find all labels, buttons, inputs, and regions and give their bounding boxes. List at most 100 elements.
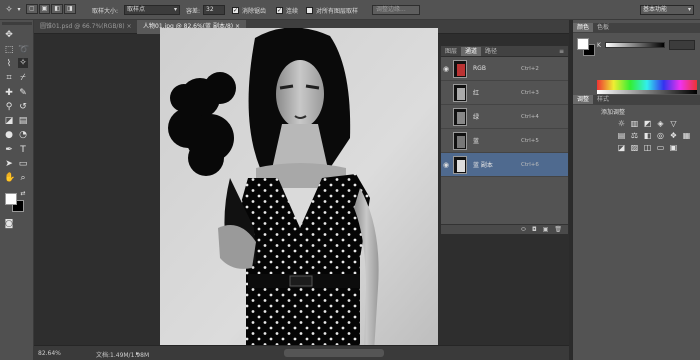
- visibility-eye-icon[interactable]: ◉: [441, 161, 451, 169]
- refine-edge-button[interactable]: 调整边缘...: [372, 5, 420, 15]
- antialias-option[interactable]: ✓ 消除锯齿: [232, 6, 266, 15]
- brightness-icon[interactable]: ☼: [617, 120, 626, 128]
- visibility-eye-icon[interactable]: ◉: [441, 65, 451, 73]
- channel-row-red[interactable]: 红 Ctrl+3: [441, 81, 568, 105]
- selective-color-icon[interactable]: ▣: [669, 144, 678, 152]
- eraser-tool-icon[interactable]: ◪: [4, 116, 14, 126]
- magic-wand-icon[interactable]: ✧: [18, 58, 28, 68]
- tab-color[interactable]: 颜色: [573, 23, 594, 32]
- magic-wand-icon[interactable]: ✧: [4, 5, 14, 15]
- brush-tool-icon[interactable]: ✎: [18, 88, 28, 98]
- gradient-tool-icon[interactable]: ▤: [18, 116, 28, 126]
- sample-all-option[interactable]: 对所有图层取样: [306, 6, 358, 15]
- add-selection-icon[interactable]: ▣: [38, 4, 51, 14]
- document-info: 文档:1.49M/1.98M: [96, 352, 150, 359]
- antialias-checkbox[interactable]: ✓: [232, 7, 239, 14]
- posterize-icon[interactable]: ▨: [630, 144, 639, 152]
- photo-filter-icon[interactable]: ◎: [656, 132, 665, 140]
- tab-layers[interactable]: 图层: [441, 47, 461, 56]
- healing-brush-icon[interactable]: ✚: [4, 88, 14, 98]
- move-tool-icon[interactable]: ✥: [4, 30, 14, 40]
- new-channel-icon[interactable]: ▣: [543, 226, 549, 233]
- status-menu-arrow-icon[interactable]: ▸: [136, 350, 139, 357]
- curves-icon[interactable]: ◩: [643, 120, 652, 128]
- tab-styles[interactable]: 样式: [593, 95, 613, 104]
- subtract-selection-icon[interactable]: ◧: [51, 4, 64, 14]
- channel-row-blue-copy[interactable]: ◉ 蓝 副本 Ctrl+6: [441, 153, 568, 177]
- adjust-icons-row-2: ▤ ⚖ ◧ ◎ ❖ ▦: [617, 132, 691, 140]
- delete-channel-icon[interactable]: 🗑: [554, 226, 562, 233]
- color-lookup-icon[interactable]: ▦: [682, 132, 691, 140]
- swap-colors-icon[interactable]: ⇄: [18, 189, 28, 199]
- channel-row-rgb[interactable]: ◉ RGB Ctrl+2: [441, 57, 568, 81]
- toolbar-grip[interactable]: [2, 22, 32, 25]
- crop-tool-icon[interactable]: ⌗: [4, 73, 14, 83]
- blur-tool-icon[interactable]: ●: [4, 130, 14, 140]
- contiguous-option[interactable]: ✓ 连续: [276, 6, 298, 15]
- selection-mode-group: ▢ ▣ ◧ ◨: [26, 4, 76, 14]
- horizontal-scrollbar[interactable]: [284, 349, 384, 357]
- grayscale-ramp[interactable]: [597, 90, 697, 94]
- sample-all-checkbox[interactable]: [306, 7, 313, 14]
- threshold-icon[interactable]: ◫: [643, 144, 652, 152]
- zoom-level[interactable]: 82.64%: [38, 350, 61, 357]
- k-slider[interactable]: [605, 42, 665, 48]
- color-spectrum-bar[interactable]: [597, 80, 697, 90]
- document-image[interactable]: [160, 28, 438, 352]
- adjust-panel-title: 添加调整: [601, 109, 626, 116]
- black-white-icon[interactable]: ◧: [643, 132, 652, 140]
- channel-mixer-icon[interactable]: ❖: [669, 132, 678, 140]
- right-panels: 颜色 色板 K 调整 样式 添加调整 ☼ ▥ ◩ ◈ ▽ ▤ ⚖ ◧ ◎ ❖ ▦…: [572, 20, 700, 360]
- channel-thumbnail: [453, 107, 467, 126]
- foreground-color-swatch[interactable]: [5, 193, 17, 205]
- channel-shortcut: Ctrl+2: [521, 65, 539, 72]
- channel-name: RGB: [473, 65, 486, 72]
- invert-icon[interactable]: ◪: [617, 144, 626, 152]
- save-selection-icon[interactable]: ◘: [532, 226, 537, 233]
- adjust-panel-tabs: 调整 样式: [573, 95, 700, 105]
- contiguous-checkbox[interactable]: ✓: [276, 7, 283, 14]
- lasso-tool-icon[interactable]: ➰: [18, 45, 29, 55]
- k-value-field[interactable]: [669, 40, 695, 50]
- quick-mask-icon[interactable]: ◙: [4, 219, 14, 229]
- panel-menu-icon[interactable]: ≡: [555, 47, 568, 56]
- channel-row-blue[interactable]: 蓝 Ctrl+5: [441, 129, 568, 153]
- intersect-selection-icon[interactable]: ◨: [64, 4, 76, 14]
- chevron-down-icon[interactable]: ▾: [14, 5, 24, 15]
- channel-shortcut: Ctrl+5: [521, 137, 539, 144]
- zoom-tool-icon[interactable]: ⌕: [18, 173, 28, 183]
- color-balance-icon[interactable]: ⚖: [630, 132, 639, 140]
- sample-size-label: 取样大小:: [92, 8, 119, 15]
- marquee-tool-icon[interactable]: ⬚: [4, 45, 14, 55]
- tab-swatches[interactable]: 色板: [593, 23, 613, 32]
- color-foreground-swatch[interactable]: [577, 38, 589, 50]
- history-brush-icon[interactable]: ↺: [18, 102, 28, 112]
- exposure-icon[interactable]: ◈: [656, 120, 665, 128]
- options-bar: ✧ ▾ ▢ ▣ ◧ ◨ 取样大小: 取样点 ▾ 容差: 32 ✓ 消除锯齿 ✓ …: [0, 0, 700, 20]
- dodge-tool-icon[interactable]: ◔: [18, 130, 28, 140]
- sample-size-select[interactable]: 取样点 ▾: [124, 5, 180, 15]
- tab-adjustments[interactable]: 调整: [573, 95, 594, 104]
- new-selection-icon[interactable]: ▢: [26, 4, 38, 14]
- type-tool-icon[interactable]: T: [18, 145, 28, 155]
- eyedropper-tool-icon[interactable]: ⌿: [18, 73, 28, 83]
- tab-paths[interactable]: 路径: [481, 47, 501, 56]
- hand-tool-icon[interactable]: ✋: [4, 173, 15, 183]
- vibrance-icon[interactable]: ▽: [669, 120, 678, 128]
- quick-select-tool-icon[interactable]: ⌇: [4, 59, 14, 69]
- sample-size-value: 取样点: [127, 6, 146, 13]
- tab-document-1[interactable]: 圆锥01.psd @ 66.7%(RGB/8) ×: [34, 20, 138, 34]
- tab-channels[interactable]: 通道: [461, 47, 482, 56]
- workspace-select[interactable]: 基本功能 ▾: [640, 5, 694, 15]
- load-selection-icon[interactable]: ⬭: [521, 226, 526, 234]
- levels-icon[interactable]: ▥: [630, 120, 639, 128]
- pen-tool-icon[interactable]: ✒: [4, 145, 14, 155]
- channel-row-green[interactable]: 绿 Ctrl+4: [441, 105, 568, 129]
- clone-stamp-icon[interactable]: ⚲: [4, 102, 14, 112]
- tolerance-input[interactable]: 32: [203, 5, 225, 15]
- gradient-map-icon[interactable]: ▭: [656, 144, 665, 152]
- hue-saturation-icon[interactable]: ▤: [617, 132, 626, 140]
- path-select-icon[interactable]: ➤: [4, 159, 14, 169]
- shape-tool-icon[interactable]: ▭: [18, 159, 28, 169]
- chevron-down-icon: ▾: [687, 6, 691, 13]
